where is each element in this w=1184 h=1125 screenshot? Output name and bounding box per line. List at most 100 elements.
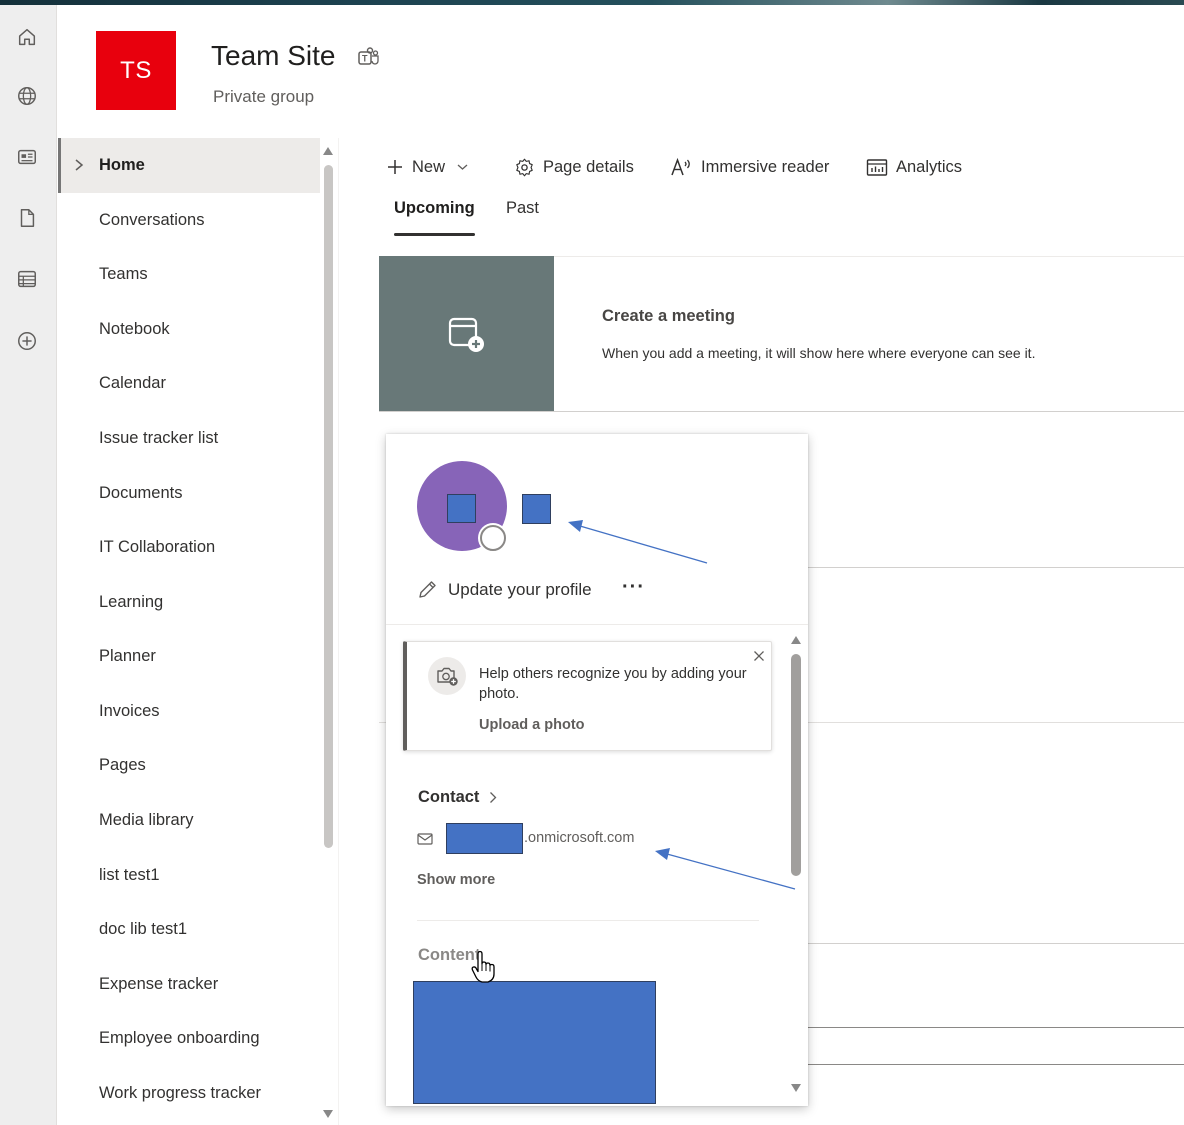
teams-icon[interactable]: T: [357, 46, 379, 68]
chevron-down-icon: [457, 164, 468, 170]
background-divider: [808, 1064, 1184, 1065]
camera-add-icon: [428, 657, 466, 695]
profile-card: Update your profile ··· Help others reco…: [386, 434, 808, 1106]
background-divider: [808, 943, 1184, 944]
analytics-label: Analytics: [896, 157, 963, 176]
mail-icon: [417, 833, 433, 845]
show-more-link[interactable]: Show more: [417, 872, 495, 888]
plus-icon: [388, 160, 402, 174]
update-profile-label: Update your profile: [448, 579, 592, 599]
nav-item-label: Notebook: [99, 320, 170, 338]
more-options-button[interactable]: ···: [622, 576, 645, 599]
globe-icon[interactable]: [15, 84, 39, 108]
nav-item-pages[interactable]: Pages: [58, 738, 320, 793]
chevron-right-icon[interactable]: [73, 158, 85, 172]
scroll-down-icon[interactable]: [791, 1084, 801, 1092]
news-icon[interactable]: [15, 145, 39, 169]
background-divider: [808, 1027, 1184, 1028]
redacted-name: [522, 494, 551, 524]
nav-item-invoices[interactable]: Invoices: [58, 684, 320, 739]
nav-item-label: Planner: [99, 647, 156, 665]
new-label: New: [412, 157, 446, 176]
nav-item-expense-tracker[interactable]: Expense tracker: [58, 957, 320, 1012]
nav-scrollbar-thumb[interactable]: [324, 165, 333, 848]
nav-item-label: Issue tracker list: [99, 429, 219, 447]
nav-item-list-test1[interactable]: list test1: [58, 848, 320, 903]
background-divider: [808, 567, 1184, 568]
nav-item-doc-lib-test1[interactable]: doc lib test1: [58, 902, 320, 957]
immersive-reader-label: Immersive reader: [701, 157, 830, 176]
nav-item-label: Learning: [99, 593, 164, 611]
nav-item-conversations[interactable]: Conversations: [58, 193, 320, 248]
nav-item-label: Work progress tracker: [99, 1084, 261, 1102]
email-domain[interactable]: .onmicrosoft.com: [524, 830, 634, 846]
page-details-button[interactable]: Page details: [514, 152, 634, 182]
site-subtitle: Private group: [213, 87, 315, 106]
nav-item-work-progress-tracker[interactable]: Work progress tracker: [58, 1066, 320, 1121]
immersive-reader-button[interactable]: Immersive reader: [670, 152, 829, 182]
card-divider: [386, 624, 808, 625]
nav-item-label: Employee onboarding: [99, 1029, 260, 1047]
nav-item-label: list test1: [99, 866, 160, 884]
redacted-initials: [447, 494, 476, 523]
tab-upcoming[interactable]: Upcoming: [394, 199, 475, 218]
nav-item-notebook[interactable]: Notebook: [58, 302, 320, 357]
nav-item-label: Teams: [99, 265, 148, 283]
home-icon[interactable]: [15, 25, 39, 49]
nav-item-employee-onboarding[interactable]: Employee onboarding: [58, 1011, 320, 1066]
redacted-email: [446, 823, 523, 854]
immersive-reader-icon: [671, 157, 690, 176]
upload-photo-link[interactable]: Upload a photo: [479, 717, 585, 733]
site-logo[interactable]: TS: [96, 31, 176, 110]
add-calendar-icon: [448, 317, 484, 352]
nav-item-label: Conversations: [99, 211, 205, 229]
nav-divider: [338, 138, 339, 1125]
contact-section-header[interactable]: Contact: [418, 788, 497, 807]
nav-item-label: Expense tracker: [99, 975, 219, 993]
scroll-up-icon[interactable]: [791, 636, 801, 644]
pencil-icon: [419, 581, 436, 598]
gear-icon: [516, 158, 533, 176]
analytics-button[interactable]: Analytics: [866, 152, 962, 182]
create-icon[interactable]: [15, 329, 39, 353]
nav-item-home[interactable]: Home: [58, 138, 320, 193]
photo-prompt-text: Help others recognize you by adding your…: [479, 666, 747, 702]
page-details-label: Page details: [543, 157, 634, 176]
nav-item-it-collaboration[interactable]: IT Collaboration: [58, 520, 320, 575]
redacted-content: [413, 981, 656, 1104]
browser-top-strip: [0, 0, 1184, 5]
nav-item-label: Media library: [99, 811, 194, 829]
tab-past[interactable]: Past: [506, 199, 539, 218]
file-icon[interactable]: [15, 206, 39, 230]
tab-selected-indicator: [394, 233, 475, 236]
scroll-up-icon[interactable]: [323, 147, 333, 155]
chevron-right-icon: [490, 792, 497, 803]
event-title[interactable]: Create a meeting: [602, 307, 735, 326]
nav-item-label: Invoices: [99, 702, 160, 720]
nav-item-documents[interactable]: Documents: [58, 466, 320, 521]
nav-item-label: Home: [99, 156, 145, 174]
nav-item-planner[interactable]: Planner: [58, 629, 320, 684]
nav-item-teams[interactable]: Teams: [58, 247, 320, 302]
nav-item-label: Calendar: [99, 374, 166, 392]
new-button[interactable]: New: [386, 152, 468, 182]
nav-item-label: IT Collaboration: [99, 538, 216, 556]
site-title[interactable]: Team Site: [211, 40, 336, 72]
analytics-icon: [866, 158, 888, 176]
hand-cursor-icon: [471, 950, 495, 983]
nav-item-media-library[interactable]: Media library: [58, 793, 320, 848]
close-icon[interactable]: [753, 650, 765, 662]
update-profile-link[interactable]: Update your profile: [417, 579, 592, 600]
nav-item-calendar[interactable]: Calendar: [58, 356, 320, 411]
nav-item-issue-tracker-list[interactable]: Issue tracker list: [58, 411, 320, 466]
lists-icon[interactable]: [15, 267, 39, 291]
nav-item-label: Pages: [99, 756, 146, 774]
nav-item-label: doc lib test1: [99, 920, 188, 938]
presence-status-icon: [480, 525, 506, 551]
event-thumbnail: [379, 256, 554, 411]
scroll-down-icon[interactable]: [323, 1110, 333, 1118]
contact-heading: Contact: [418, 788, 480, 806]
card-scrollbar-thumb[interactable]: [791, 654, 801, 876]
nav-item-learning[interactable]: Learning: [58, 575, 320, 630]
app-bar: [0, 5, 57, 1125]
